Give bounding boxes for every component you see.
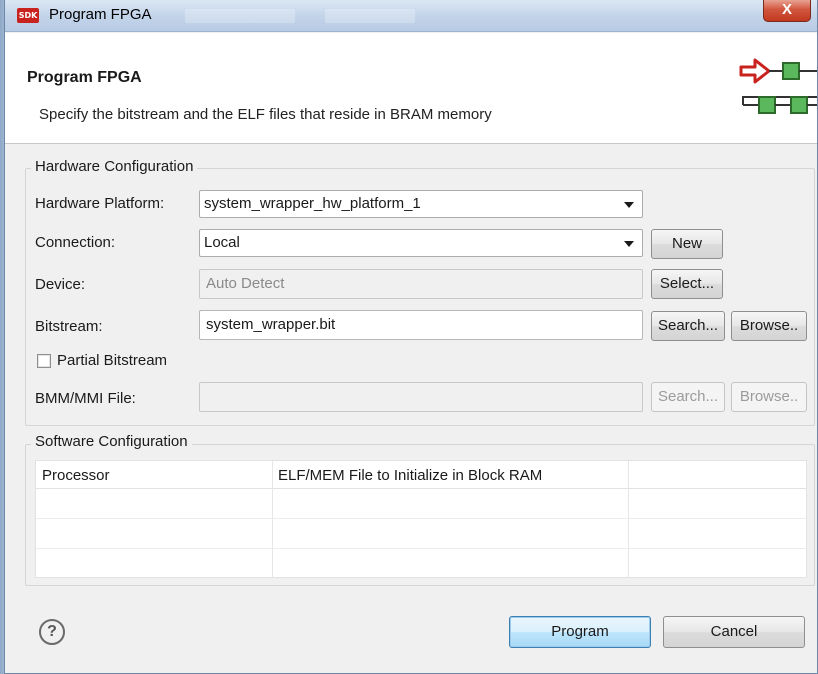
device-field: Auto Detect bbox=[199, 269, 643, 299]
partial-bitstream-checkbox[interactable] bbox=[37, 354, 51, 368]
hardware-platform-value: system_wrapper_hw_platform_1 bbox=[204, 195, 421, 212]
bmm-mmi-file-label: BMM/MMI File: bbox=[35, 390, 136, 407]
column-divider bbox=[628, 461, 629, 578]
partial-bitstream-label: Partial Bitstream bbox=[57, 352, 168, 369]
dropdown-arrow-icon bbox=[624, 202, 634, 208]
connection-dropdown[interactable]: Local bbox=[199, 229, 643, 257]
dialog-header: Program FPGA Specify the bitstream and t… bbox=[5, 33, 817, 144]
table-row bbox=[36, 548, 806, 549]
bmm-browse-button: Browse.. bbox=[731, 382, 807, 412]
sdk-app-icon: SDK bbox=[17, 8, 39, 23]
table-row bbox=[36, 518, 806, 519]
table-header-row: Processor ELF/MEM File to Initialize in … bbox=[36, 461, 806, 489]
window-title: Program FPGA bbox=[49, 6, 152, 23]
bitstream-search-button[interactable]: Search... bbox=[651, 311, 725, 341]
select-device-button[interactable]: Select... bbox=[651, 269, 723, 299]
cancel-button[interactable]: Cancel bbox=[663, 616, 805, 648]
bitstream-label: Bitstream: bbox=[35, 318, 103, 335]
bitstream-browse-button[interactable]: Browse.. bbox=[731, 311, 807, 341]
bitstream-field[interactable]: system_wrapper.bit bbox=[199, 310, 643, 340]
program-button[interactable]: Program bbox=[509, 616, 651, 648]
column-header-empty[interactable] bbox=[628, 461, 806, 489]
hardware-configuration-label: Hardware Configuration bbox=[31, 158, 198, 175]
connection-value: Local bbox=[204, 234, 240, 251]
background-tab bbox=[185, 9, 295, 23]
device-label: Device: bbox=[35, 276, 86, 293]
header-description: Specify the bitstream and the ELF files … bbox=[39, 106, 492, 123]
column-divider bbox=[272, 461, 273, 578]
fpga-program-graphic-icon bbox=[737, 51, 817, 114]
column-header-processor[interactable]: Processor bbox=[36, 461, 272, 489]
close-button[interactable]: X bbox=[763, 0, 811, 22]
hardware-platform-label: Hardware Platform: bbox=[35, 195, 165, 212]
software-configuration-label: Software Configuration bbox=[31, 433, 192, 450]
bmm-mmi-file-field bbox=[199, 382, 643, 412]
title-bar: SDK Program FPGA X bbox=[5, 0, 817, 32]
dropdown-arrow-icon bbox=[624, 241, 634, 247]
background-tab bbox=[325, 9, 415, 23]
bmm-search-button: Search... bbox=[651, 382, 725, 412]
help-icon[interactable]: ? bbox=[39, 619, 65, 645]
elf-files-table[interactable]: Processor ELF/MEM File to Initialize in … bbox=[35, 460, 807, 578]
hardware-platform-dropdown[interactable]: system_wrapper_hw_platform_1 bbox=[199, 190, 643, 218]
column-header-elf-file[interactable]: ELF/MEM File to Initialize in Block RAM bbox=[272, 461, 628, 489]
program-fpga-dialog: SDK Program FPGA X Program FPGA Specify … bbox=[4, 0, 818, 674]
connection-label: Connection: bbox=[35, 234, 116, 251]
new-connection-button[interactable]: New bbox=[651, 229, 723, 259]
header-title: Program FPGA bbox=[27, 69, 142, 86]
